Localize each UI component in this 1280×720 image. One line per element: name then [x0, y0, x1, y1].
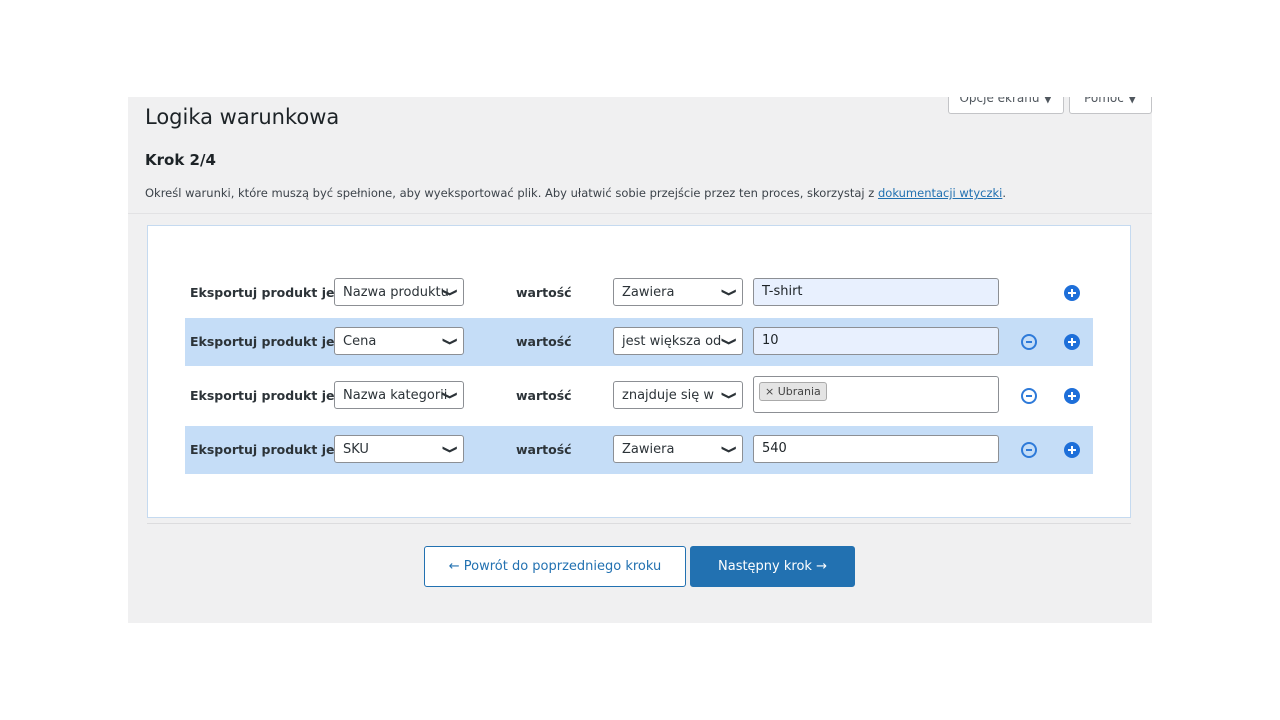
- value-label: wartość: [516, 442, 572, 457]
- chevron-down-icon: ❯: [720, 336, 738, 347]
- add-condition-icon[interactable]: [1064, 388, 1080, 404]
- divider: [128, 213, 1152, 214]
- back-button[interactable]: ← Powrót do poprzedniego kroku: [424, 546, 686, 587]
- add-condition-icon[interactable]: [1064, 334, 1080, 350]
- value-input[interactable]: T-shirt: [753, 278, 999, 306]
- value-label: wartość: [516, 388, 572, 403]
- chevron-down-icon: ❯: [720, 444, 738, 455]
- condition-row: Eksportuj produkt jeżeli Cena ❯ wartość j…: [185, 318, 1093, 366]
- operator-select[interactable]: znajduje się w ❯: [613, 381, 743, 409]
- value-input[interactable]: 10: [753, 327, 999, 355]
- field-select[interactable]: Nazwa kategorii ❯: [334, 381, 464, 409]
- chevron-down-icon: ❯: [720, 287, 738, 298]
- next-step-button[interactable]: Następny krok →: [690, 546, 855, 587]
- chevron-down-icon: ❯: [441, 336, 459, 347]
- chevron-down-icon: ❯: [441, 444, 459, 455]
- remove-condition-icon[interactable]: [1021, 388, 1037, 404]
- operator-select[interactable]: jest większa od ❯: [613, 327, 743, 355]
- field-select[interactable]: Nazwa produktu ❯: [334, 278, 464, 306]
- operator-select[interactable]: Zawiera ❯: [613, 435, 743, 463]
- add-condition-icon[interactable]: [1064, 442, 1080, 458]
- screen-options-button[interactable]: Opcje ekranu ▼: [948, 97, 1064, 114]
- remove-condition-icon[interactable]: [1021, 442, 1037, 458]
- documentation-link[interactable]: dokumentacji wtyczki: [878, 186, 1002, 200]
- description: Określ warunki, które muszą być spełnion…: [145, 186, 1006, 200]
- help-button[interactable]: Pomoc ▼: [1069, 97, 1152, 114]
- divider: [147, 523, 1131, 524]
- chevron-down-icon: ❯: [441, 390, 459, 401]
- field-select[interactable]: Cena ❯: [334, 327, 464, 355]
- value-label: wartość: [516, 334, 572, 349]
- value-label: wartość: [516, 285, 572, 300]
- chevron-down-icon: ❯: [441, 287, 459, 298]
- condition-row: Eksportuj produkt jeżeli Nazwa kategorii…: [185, 372, 1093, 420]
- condition-row: Eksportuj produkt jeżeli SKU ❯ wartość Za…: [185, 426, 1093, 474]
- operator-select[interactable]: Zawiera ❯: [613, 278, 743, 306]
- step-indicator: Krok 2/4: [145, 151, 216, 169]
- page-title: Logika warunkowa: [145, 105, 340, 129]
- conditions-box: Eksportuj produkt jeżeli Nazwa produktu ❯…: [147, 225, 1131, 518]
- chevron-down-icon: ❯: [720, 390, 738, 401]
- category-tag[interactable]: × Ubrania: [759, 382, 827, 401]
- main-panel: Opcje ekranu ▼ Pomoc ▼ Logika warunkowa …: [128, 97, 1152, 623]
- value-input[interactable]: 540: [753, 435, 999, 463]
- field-select[interactable]: SKU ❯: [334, 435, 464, 463]
- add-condition-icon[interactable]: [1064, 285, 1080, 301]
- condition-row: Eksportuj produkt jeżeli Nazwa produktu ❯…: [185, 269, 1093, 317]
- remove-condition-icon[interactable]: [1021, 334, 1037, 350]
- category-multiselect[interactable]: × Ubrania: [753, 376, 999, 413]
